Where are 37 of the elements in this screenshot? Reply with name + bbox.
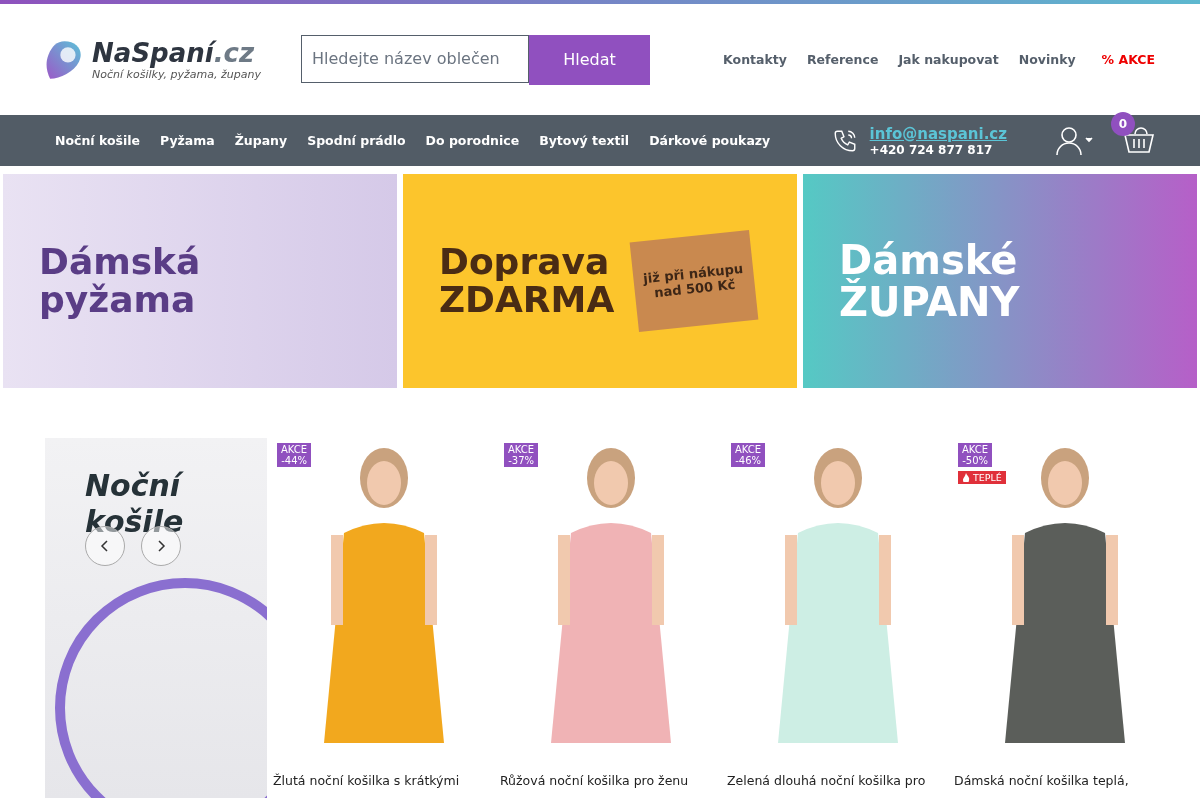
discount-badge: AKCE -44%	[277, 443, 312, 467]
product-title[interactable]: Růžová noční košilka pro ženu	[500, 773, 721, 788]
discount-badge: AKCE -50%	[958, 443, 993, 467]
header-link[interactable]: Jak nakupovat	[898, 52, 999, 67]
product-title[interactable]: Zelená dlouhá noční košilka pro	[727, 773, 948, 788]
discount-badge: AKCE -37%	[504, 443, 539, 467]
promo-banner[interactable]: Dámská pyžama	[3, 174, 397, 388]
search-button[interactable]: Hledat	[529, 34, 650, 85]
sale-link[interactable]: % AKCE	[1101, 52, 1155, 67]
flame-icon	[962, 473, 970, 482]
promo-title: Noční košile	[85, 468, 185, 540]
discount-badge: AKCE -46%	[731, 443, 766, 467]
category-promo[interactable]: Noční košile	[45, 438, 267, 798]
product-title[interactable]: Žlutá noční košilka s krátkými	[273, 773, 494, 788]
parcel-box: již při nákupu nad 500 Kč	[629, 229, 759, 333]
header-link[interactable]: Novinky	[1018, 52, 1076, 67]
logo-tagline: Noční košilky, pyžama, župany	[92, 68, 261, 81]
banner-title: Dámská pyžama	[39, 243, 201, 319]
banner-title: Doprava ZDARMA	[439, 243, 615, 319]
cart-count: 0	[1111, 111, 1135, 136]
phone-number: +420 724 877 817	[869, 142, 994, 157]
nav-link[interactable]: Bytový textil	[539, 133, 630, 148]
header-link[interactable]: Reference	[806, 52, 879, 67]
nav-link[interactable]: Pyžama	[160, 133, 215, 148]
nav-link[interactable]: Noční košile	[55, 133, 141, 148]
nav-link[interactable]: Dárkové poukazy	[649, 133, 771, 148]
banner-title: Dámské ŽUPANY	[839, 239, 1020, 323]
product-title[interactable]: Dámská noční košilka teplá,	[954, 773, 1175, 788]
search-field[interactable]: Hledejte název oblečen	[301, 34, 529, 83]
user-icon[interactable]	[1055, 125, 1093, 156]
warm-tag: TEPLÉ	[958, 471, 1006, 484]
nav-link[interactable]: Do porodnice	[425, 133, 520, 148]
nav-link[interactable]: Spodní prádlo	[307, 133, 406, 148]
nav-link[interactable]: Župany	[234, 133, 288, 148]
header-link[interactable]: Kontakty	[723, 52, 787, 67]
promo-banner[interactable]: Doprava ZDARMA již při nákupu nad 500 Kč	[403, 174, 797, 388]
logo-name[interactable]: NaSpaní.cz	[92, 38, 261, 68]
